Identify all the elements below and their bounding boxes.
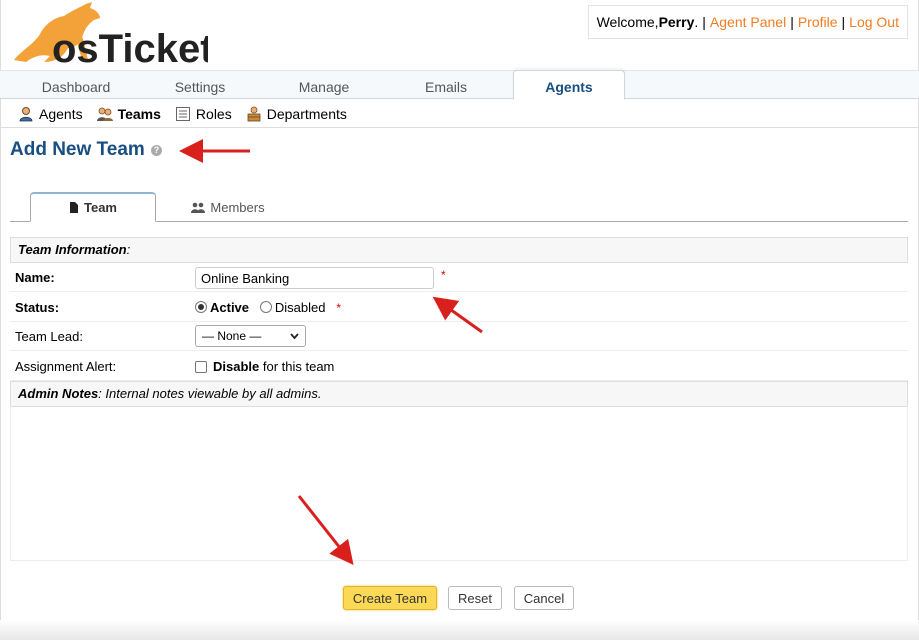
team-lead-label: Team Lead:: [15, 329, 83, 344]
tab-team-label: Team: [84, 200, 117, 215]
form-tabs: Team Members: [10, 192, 908, 222]
tab-members-label: Members: [210, 199, 265, 215]
teams-icon: [96, 107, 113, 121]
admin-notes-title: Admin Notes: [18, 386, 99, 401]
status-active-label: Active: [210, 300, 250, 315]
main-nav: Dashboard Settings Manage Emails Agents: [0, 70, 919, 100]
tab-team[interactable]: Team: [30, 192, 156, 222]
help-icon[interactable]: ?: [151, 145, 162, 156]
agent-panel-link[interactable]: Agent Panel: [710, 14, 786, 30]
team-lead-value: — None —: [202, 329, 262, 343]
status-options: Active Disabled *: [195, 300, 341, 315]
required-mark: *: [336, 301, 341, 315]
admin-notes-header: Admin Notes: Internal notes viewable by …: [10, 381, 908, 407]
team-lead-select[interactable]: — None —: [195, 325, 306, 347]
logo[interactable]: osTicket: [8, 0, 214, 71]
separator: |: [841, 14, 846, 30]
assignment-alert-label: Assignment Alert:: [15, 359, 117, 374]
profile-link[interactable]: Profile: [798, 14, 838, 30]
group-icon: [191, 202, 206, 213]
status-active-radio[interactable]: [195, 301, 207, 313]
team-lead-row: Team Lead:: [10, 322, 908, 351]
alert-disable-rest: for this team: [259, 359, 335, 374]
tab-manage[interactable]: Manage: [262, 71, 386, 100]
agent-icon: [19, 106, 33, 121]
tab-settings[interactable]: Settings: [138, 71, 262, 100]
departments-icon: [247, 106, 261, 121]
kangaroo-icon: osTicket: [14, 2, 214, 71]
sub-nav: Agents Teams Roles Departments: [0, 100, 919, 128]
tab-dashboard[interactable]: Dashboard: [14, 71, 138, 100]
disable-alert-checkbox[interactable]: [195, 361, 207, 373]
subnav-departments[interactable]: Departments: [246, 106, 347, 122]
welcome-prefix: Welcome,: [596, 14, 659, 30]
page-footer-fade: [0, 620, 919, 640]
name-row: Name: *: [10, 263, 908, 292]
admin-notes-desc: : Internal notes viewable by all admins.: [98, 386, 322, 401]
required-mark: *: [441, 268, 446, 282]
status-disabled-radio[interactable]: [259, 301, 272, 313]
subnav-agents[interactable]: Agents: [18, 106, 83, 122]
alert-option: Disable for this team: [195, 359, 334, 374]
alert-disable-bold: Disable: [213, 359, 260, 374]
chevron-down-icon: [290, 326, 299, 354]
logout-link[interactable]: Log Out: [849, 14, 899, 30]
name-label: Name:: [15, 270, 55, 285]
subnav-departments-label: Departments: [266, 105, 347, 122]
cancel-button[interactable]: Cancel: [514, 586, 574, 610]
subnav-teams[interactable]: Teams: [96, 105, 161, 122]
username: Perry: [658, 14, 695, 30]
assignment-alert-row: Assignment Alert: Disable for this team: [10, 352, 908, 381]
subnav-roles[interactable]: Roles: [175, 106, 232, 122]
subnav-teams-label: Teams: [117, 105, 161, 122]
welcome-suffix: .: [694, 14, 699, 30]
admin-notes-editor[interactable]: [10, 406, 908, 561]
team-info-colon: :: [126, 242, 131, 257]
tab-agents[interactable]: Agents: [513, 70, 625, 100]
user-box: Welcome, Perry. | Agent Panel | Profile …: [587, 5, 908, 39]
file-icon: [70, 202, 78, 213]
team-info-title: Team Information: [18, 242, 127, 257]
subnav-agents-label: Agents: [39, 105, 83, 122]
reset-button[interactable]: Reset: [448, 586, 502, 610]
status-row: Status: Active Disabled *: [10, 293, 908, 322]
logo-text: osTicket: [52, 27, 208, 68]
separator: |: [790, 14, 794, 30]
team-info-header: Team Information:: [10, 237, 908, 263]
status-label: Status:: [15, 300, 60, 315]
create-team-button[interactable]: Create Team: [343, 586, 437, 610]
status-disabled-label: Disabled: [274, 300, 326, 315]
page-title: Add New Team: [10, 139, 145, 160]
team-name-input[interactable]: [195, 267, 434, 289]
separator: |: [702, 14, 706, 30]
tab-members[interactable]: Members: [168, 192, 288, 222]
subnav-roles-label: Roles: [195, 105, 232, 122]
tab-emails[interactable]: Emails: [386, 71, 506, 100]
roles-icon: [175, 106, 190, 121]
